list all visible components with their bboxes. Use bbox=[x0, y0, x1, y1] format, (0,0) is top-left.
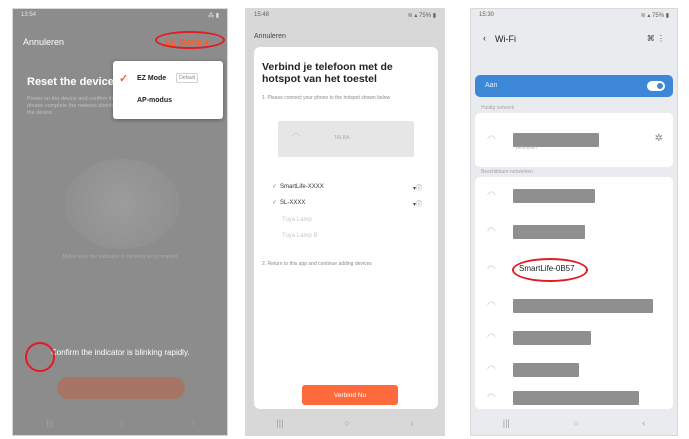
redacted-ssid bbox=[513, 225, 585, 239]
wifi-master-switch[interactable]: Aan bbox=[475, 75, 673, 97]
network-row[interactable]: ◠ bbox=[475, 289, 673, 323]
status-icons: ≋ ▴ 75% ▮ bbox=[640, 13, 669, 19]
wifi-icon: ◠ bbox=[487, 190, 496, 201]
current-network-heading: Huidig netwerk bbox=[481, 105, 515, 111]
highlight-circle bbox=[512, 258, 588, 282]
status-bar: 13:54 ⁂ ▮ bbox=[13, 9, 227, 23]
wifi-toggle[interactable] bbox=[647, 81, 665, 91]
step-one-text: 1. Please connect your phone to the hots… bbox=[262, 95, 391, 101]
redacted-ssid bbox=[513, 331, 591, 345]
current-network-card: ◠ Verbonden ✲ bbox=[475, 113, 673, 167]
phone-wifi-settings: 15:30 ≋ ▴ 75% ▮ ‹ Wi-Fi ⌘ ⋮ Aan Huidig n… bbox=[470, 8, 678, 436]
confirm-indicator-label: Confirm the indicator is blinking rapidl… bbox=[51, 348, 190, 357]
status-time: 15:48 bbox=[254, 12, 270, 18]
check-icon: ✓ bbox=[272, 200, 278, 206]
available-networks-card: ◠ ◠ ◠ SmartLife-0B57 ◠ ◠ ◠ ◠ bbox=[475, 177, 673, 409]
wifi-on-label: Aan bbox=[485, 82, 498, 89]
network-row-smartlife[interactable]: ◠ SmartLife-0B57 bbox=[475, 253, 673, 287]
status-time: 13:54 bbox=[21, 12, 37, 18]
status-bar: 15:30 ≋ ▴ 75% ▮ bbox=[471, 9, 677, 23]
wifi-header: ‹ Wi-Fi ⌘ ⋮ bbox=[479, 33, 669, 47]
back-button[interactable]: ‹ bbox=[411, 418, 414, 428]
wifi-icon: ◠ bbox=[487, 300, 496, 311]
phone-reset-device: 13:54 ⁂ ▮ Annuleren EZ Mode ▾ Reset the … bbox=[12, 8, 228, 436]
mode-dropdown-menu: ✓ EZ Mode Default AP-modus bbox=[113, 61, 223, 119]
network-row[interactable]: ◠ bbox=[475, 179, 673, 213]
status-icons: ≋ ▴ 75% ▮ bbox=[407, 13, 436, 19]
device-illustration bbox=[65, 159, 180, 249]
menu-item-ap-mode[interactable]: AP-modus bbox=[137, 97, 172, 104]
status-bar: 15:48 ≋ ▴ 75% ▮ bbox=[246, 9, 444, 23]
more-options-icon[interactable]: ⌘ ⋮ bbox=[647, 34, 665, 43]
network-name: Tuya Lamp B bbox=[282, 233, 318, 239]
redacted-ssid bbox=[513, 363, 579, 377]
checkmark-icon: ✓ bbox=[119, 72, 129, 85]
wifi-icon: ◠ bbox=[487, 264, 496, 275]
network-row[interactable]: ◠ bbox=[475, 381, 673, 415]
system-nav-bar: ||| ○ ‹ bbox=[246, 411, 444, 435]
redacted-ssid bbox=[513, 391, 639, 405]
system-nav-bar: ||| ○ ‹ bbox=[471, 411, 677, 435]
wifi-signal-icon: ▾ⓘ bbox=[412, 202, 422, 208]
menu-item-ez-mode[interactable]: ✓ EZ Mode Default bbox=[119, 71, 217, 85]
check-icon: ✓ bbox=[272, 184, 278, 190]
phone-connect-hotspot: 15:48 ≋ ▴ 75% ▮ Annuleren Verbind je tel… bbox=[245, 8, 445, 436]
network-item: Tuya Lamp bbox=[282, 217, 422, 227]
page-title: Verbind je telefoon met de hotspot van h… bbox=[262, 61, 393, 85]
available-networks-heading: Beschikbare netwerken bbox=[481, 169, 533, 175]
network-row[interactable]: ◠ bbox=[475, 321, 673, 355]
wifi-icon: ◠ bbox=[487, 226, 496, 237]
network-name: SL-XXXX bbox=[280, 200, 306, 206]
page-title: Wi-Fi bbox=[495, 34, 516, 44]
network-item: ✓ SL-XXXX ▾ⓘ bbox=[272, 199, 422, 209]
highlight-circle bbox=[155, 31, 225, 49]
instruction-card: Verbind je telefoon met de hotspot van h… bbox=[254, 47, 438, 409]
wifi-icon: ◠ bbox=[487, 332, 496, 343]
redacted-ssid bbox=[513, 299, 653, 313]
current-network-row[interactable]: ◠ Verbonden ✲ bbox=[475, 123, 673, 157]
home-button[interactable]: ○ bbox=[119, 418, 124, 428]
wifi-icon: ◠ bbox=[487, 134, 496, 145]
gear-icon[interactable]: ✲ bbox=[655, 133, 663, 144]
wifi-icon: ◠ bbox=[292, 131, 300, 141]
illustration-caption: Make sure the indicator is blinking as p… bbox=[62, 254, 178, 260]
wifi-icon: ◠ bbox=[487, 364, 496, 375]
back-button[interactable]: ‹ bbox=[191, 418, 194, 428]
confirm-checkbox-highlight[interactable] bbox=[25, 342, 55, 372]
hotspot-preview: ◠ TALBA bbox=[278, 121, 414, 157]
default-badge: Default bbox=[176, 73, 199, 83]
back-button[interactable]: ‹ bbox=[642, 418, 645, 428]
recents-button[interactable]: ||| bbox=[276, 418, 283, 428]
page-title: Reset the device bbox=[27, 76, 114, 88]
wifi-signal-icon: ▾ⓘ bbox=[412, 186, 422, 192]
back-arrow-icon[interactable]: ‹ bbox=[483, 33, 486, 43]
recents-button[interactable]: ||| bbox=[503, 418, 510, 428]
cancel-button[interactable]: Annuleren bbox=[254, 33, 286, 40]
connection-status: Verbonden bbox=[515, 145, 537, 150]
step-two-text: 2. Return to this app and continue addin… bbox=[262, 261, 372, 267]
system-nav-bar: ||| ○ ‹ bbox=[13, 411, 227, 435]
connect-now-button[interactable]: Verbind Nu bbox=[302, 385, 398, 405]
cancel-button[interactable]: Annuleren bbox=[23, 37, 64, 47]
hotspot-name: TALBA bbox=[334, 135, 350, 141]
redacted-ssid bbox=[513, 189, 595, 203]
network-name: Tuya Lamp bbox=[282, 217, 312, 223]
wifi-icon: ◠ bbox=[487, 392, 496, 403]
home-button[interactable]: ○ bbox=[573, 418, 578, 428]
network-item: Tuya Lamp B bbox=[282, 233, 422, 243]
status-time: 15:30 bbox=[479, 12, 495, 18]
screenshot-stage: 13:54 ⁂ ▮ Annuleren EZ Mode ▾ Reset the … bbox=[0, 0, 689, 439]
network-row[interactable]: ◠ bbox=[475, 215, 673, 249]
menu-item-ez-label: EZ Mode bbox=[137, 74, 167, 82]
network-item: ✓ SmartLife-XXXX ▾ⓘ bbox=[272, 183, 422, 193]
home-button[interactable]: ○ bbox=[344, 418, 349, 428]
next-button[interactable] bbox=[57, 377, 185, 399]
status-icons: ⁂ ▮ bbox=[208, 13, 219, 19]
network-name: SmartLife-XXXX bbox=[280, 184, 324, 190]
recents-button[interactable]: ||| bbox=[46, 418, 53, 428]
toggle-knob bbox=[657, 83, 663, 89]
